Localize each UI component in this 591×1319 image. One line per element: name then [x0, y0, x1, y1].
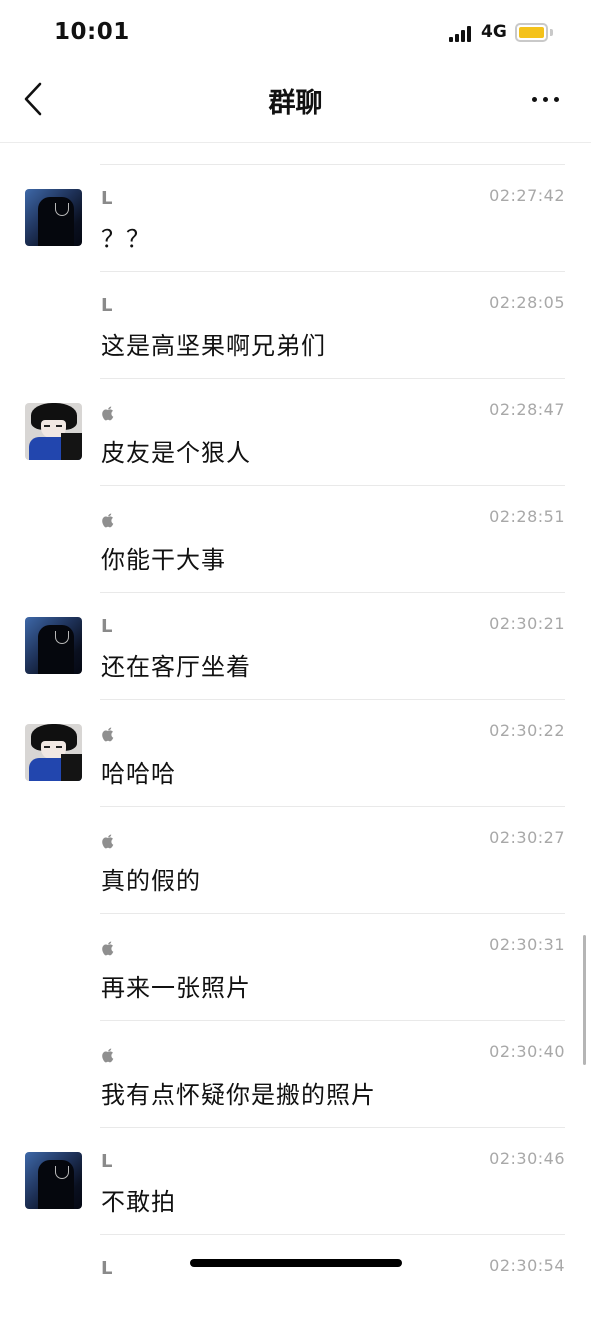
message-row[interactable]: 02:30:31 再来一张照片 — [0, 891, 591, 1002]
message-row[interactable]: 02:30:40 我有点怀疑你是搬的照片 — [0, 998, 591, 1109]
apple-icon — [102, 406, 114, 421]
avatar[interactable] — [25, 1152, 82, 1209]
sender-name: L — [101, 1151, 113, 1172]
more-button[interactable] — [522, 82, 570, 116]
more-dots-icon — [532, 97, 537, 102]
avatar[interactable] — [25, 189, 82, 246]
network-label: 4G — [481, 22, 507, 42]
sender-name: L — [101, 616, 113, 637]
avatar[interactable] — [25, 724, 82, 781]
message-time: 02:28:47 — [489, 400, 565, 419]
apple-icon — [102, 1048, 114, 1063]
row-divider — [100, 1020, 565, 1021]
row-divider — [100, 378, 565, 379]
row-divider — [100, 485, 565, 486]
sender-name: L — [101, 295, 113, 316]
battery-cap — [550, 29, 553, 36]
message-row[interactable]: 02:28:51 你能干大事 — [0, 463, 591, 574]
page-title: 群聊 — [268, 88, 323, 119]
message-time: 02:30:21 — [489, 614, 565, 633]
status-bar: 10:01 4G — [0, 0, 591, 66]
row-divider — [100, 1127, 565, 1128]
status-time: 10:01 — [54, 19, 130, 45]
row-divider — [100, 271, 565, 272]
message-time: 02:30:40 — [489, 1042, 565, 1061]
avatar[interactable] — [25, 617, 82, 674]
battery-icon — [515, 23, 548, 42]
apple-icon — [102, 727, 114, 742]
scrollbar[interactable] — [583, 935, 586, 1065]
avatar[interactable] — [25, 403, 82, 460]
nav-bar: 群聊 — [0, 66, 591, 143]
message-time: 02:30:46 — [489, 1149, 565, 1168]
sender-name: L — [101, 188, 113, 209]
apple-icon — [102, 834, 114, 849]
row-divider — [100, 699, 565, 700]
signal-icon — [449, 26, 475, 42]
message-time: 02:28:05 — [489, 293, 565, 312]
apple-icon — [102, 941, 114, 956]
row-divider — [100, 164, 565, 165]
message-time: 02:30:27 — [489, 828, 565, 847]
row-divider — [100, 1234, 565, 1235]
apple-icon — [102, 513, 114, 528]
home-indicator[interactable] — [190, 1259, 402, 1267]
chat-list[interactable]: L 02:27:42？？ L 02:28:05 这是高坚果啊兄弟们 02:28:47 皮友是… — [0, 142, 591, 1280]
row-divider — [100, 592, 565, 593]
row-divider — [100, 806, 565, 807]
message-row[interactable]: L 02:30:21 还在客厅坐着 — [0, 570, 591, 681]
message-row[interactable]: 02:28:47 皮友是个狠人 — [0, 356, 591, 467]
row-divider — [100, 913, 565, 914]
message-row[interactable]: L 02:30:46 不敢拍 — [0, 1105, 591, 1216]
message-time: 02:30:31 — [489, 935, 565, 954]
message-row[interactable]: L 02:27:42？？ — [0, 142, 591, 253]
message-time: 02:27:42 — [489, 186, 565, 205]
message-time: 02:30:22 — [489, 721, 565, 740]
message-time: 02:28:51 — [489, 507, 565, 526]
message-row[interactable]: 02:30:22 哈哈哈 — [0, 677, 591, 788]
message-row[interactable]: L 02:28:05 这是高坚果啊兄弟们 — [0, 249, 591, 360]
message-row[interactable]: 02:30:27 真的假的 — [0, 784, 591, 895]
message-time: 02:30:54 — [489, 1256, 565, 1275]
sender-name: L — [101, 1258, 113, 1279]
